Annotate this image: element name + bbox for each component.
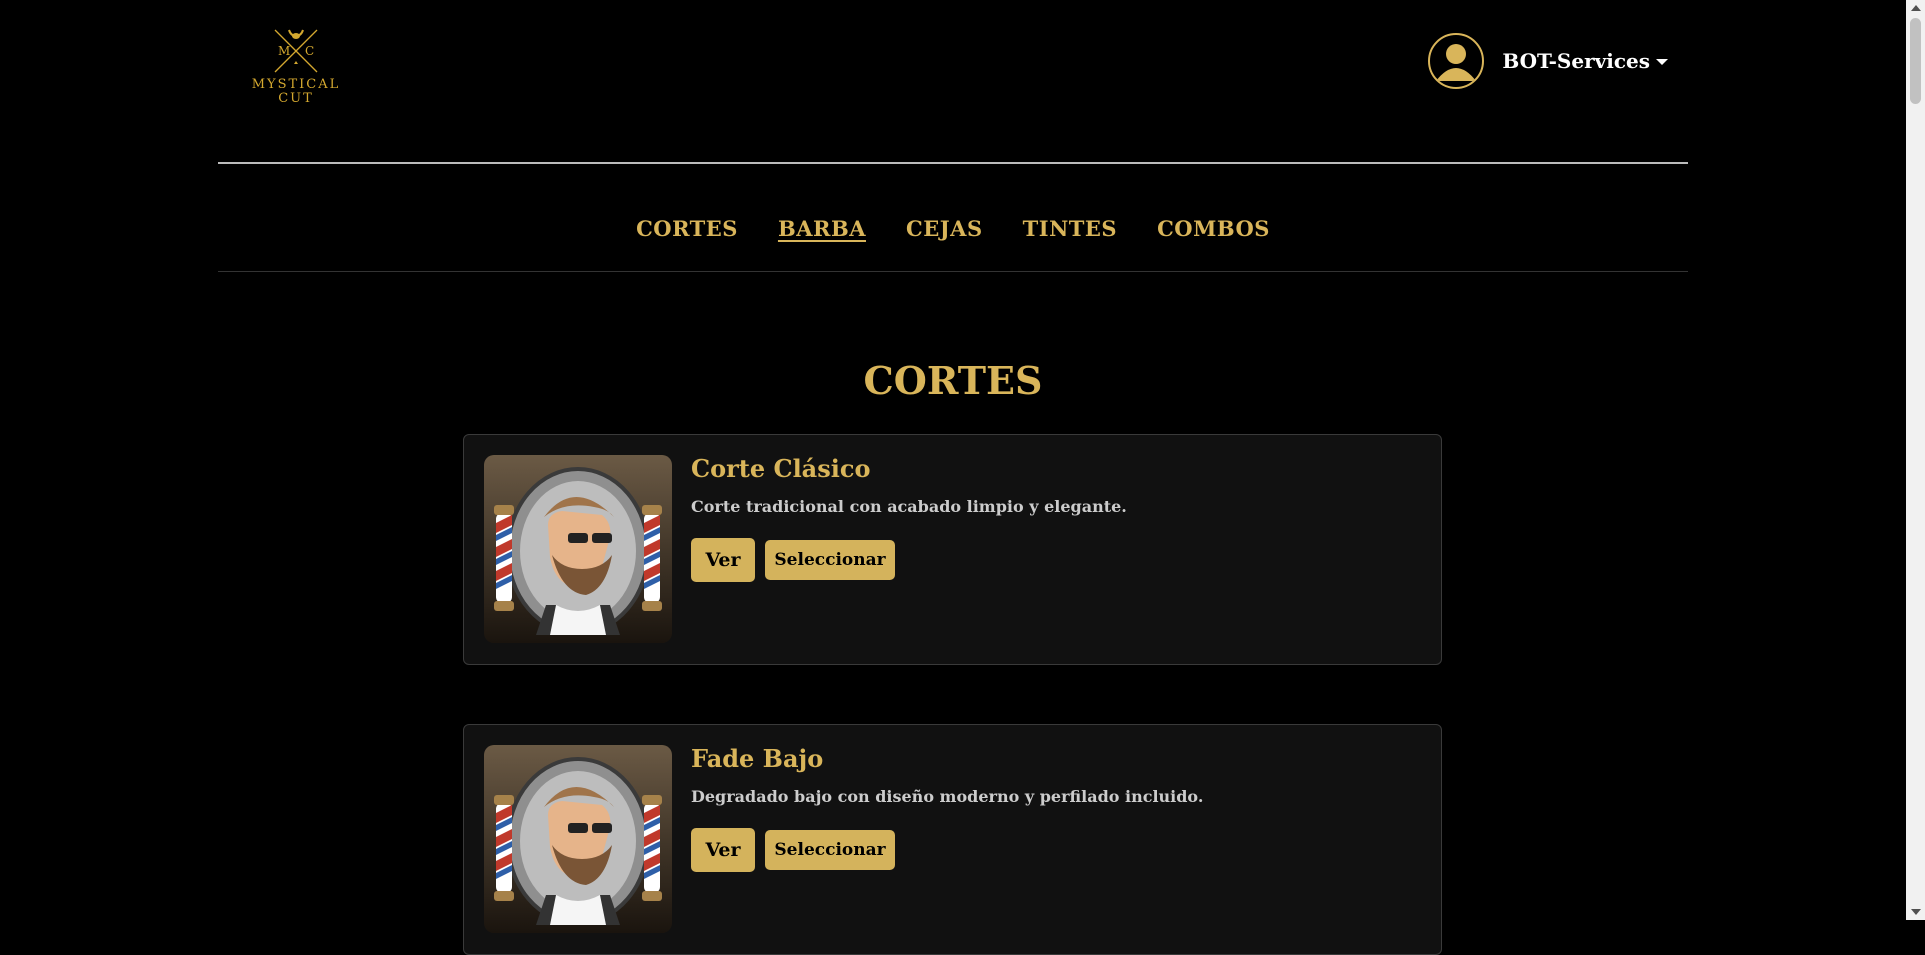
nav-divider <box>218 271 1688 272</box>
logo-emblem-icon: M C <box>274 29 318 73</box>
nav-item-combos[interactable]: COMBOS <box>1157 216 1270 241</box>
svg-text:C: C <box>305 44 314 58</box>
view-button[interactable]: Ver <box>691 538 755 582</box>
service-info: Corte Clásico Corte tradicional con acab… <box>691 454 1421 582</box>
nav-item-barba[interactable]: BARBA <box>778 216 866 241</box>
service-actions: Ver Seleccionar <box>691 828 1421 872</box>
scrollbar-thumb[interactable] <box>1910 18 1921 104</box>
nav-item-tintes[interactable]: TINTES <box>1023 216 1117 241</box>
brand-name: MYSTICAL CUT <box>246 78 346 106</box>
barber-portrait-icon <box>484 745 672 933</box>
service-image <box>484 455 672 643</box>
service-actions: Ver Seleccionar <box>691 538 1421 582</box>
chevron-down-icon <box>1656 59 1668 65</box>
scroll-down-arrow-icon[interactable] <box>1911 909 1921 915</box>
page: M C MYSTICAL CUT BOT-Services CORTES BAR… <box>0 0 1906 955</box>
service-description: Corte tradicional con acabado limpio y e… <box>691 497 1127 516</box>
select-button[interactable]: Seleccionar <box>765 540 895 580</box>
user-menu-toggle[interactable]: BOT-Services <box>1502 49 1668 73</box>
service-info: Fade Bajo Degradado bajo con diseño mode… <box>691 744 1421 872</box>
service-description: Degradado bajo con diseño moderno y perf… <box>691 787 1204 806</box>
header-divider <box>218 162 1688 164</box>
service-card: Fade Bajo Degradado bajo con diseño mode… <box>463 724 1442 955</box>
scroll-up-arrow-icon[interactable] <box>1911 5 1921 11</box>
service-title: Corte Clásico <box>691 454 871 483</box>
brand-logo[interactable]: M C MYSTICAL CUT <box>246 26 346 108</box>
service-title: Fade Bajo <box>691 744 824 773</box>
select-button[interactable]: Seleccionar <box>765 830 895 870</box>
service-image <box>484 745 672 933</box>
user-name: BOT-Services <box>1502 49 1650 73</box>
user-menu[interactable]: BOT-Services <box>1428 33 1668 89</box>
user-icon <box>1436 44 1477 81</box>
svg-text:M: M <box>278 44 290 58</box>
section-title: CORTES <box>863 358 1043 403</box>
scrollbar[interactable] <box>1906 0 1925 920</box>
barber-portrait-icon <box>484 455 672 643</box>
nav-item-cortes[interactable]: CORTES <box>636 216 738 241</box>
nav-item-cejas[interactable]: CEJAS <box>906 216 983 241</box>
brand-name-line2: CUT <box>278 91 314 106</box>
view-button[interactable]: Ver <box>691 828 755 872</box>
service-card: Corte Clásico Corte tradicional con acab… <box>463 434 1442 665</box>
avatar[interactable] <box>1428 33 1485 89</box>
brand-name-line1: MYSTICAL <box>251 77 341 92</box>
category-nav: CORTES BARBA CEJAS TINTES COMBOS <box>218 216 1688 241</box>
